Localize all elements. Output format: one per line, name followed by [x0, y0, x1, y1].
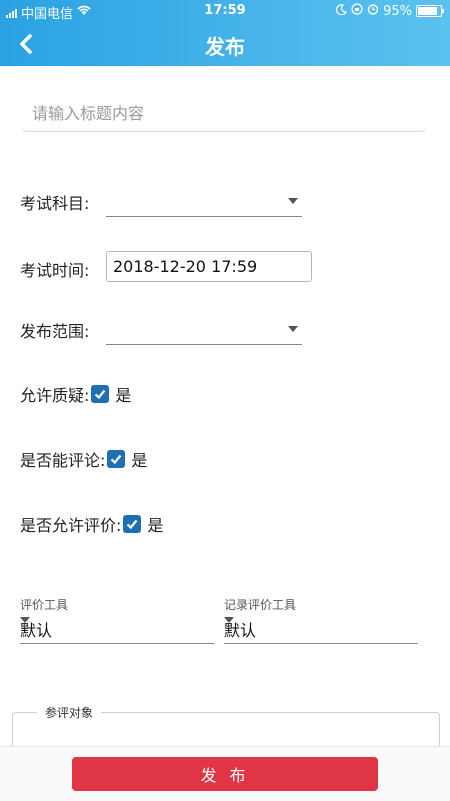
allow-query-option: 是 [115, 386, 132, 405]
nav-bar: 发布 [0, 22, 450, 66]
allow-query-checkbox[interactable] [91, 385, 110, 403]
back-button[interactable] [8, 26, 44, 62]
moon-icon [336, 3, 348, 19]
allow-query-row: 允许质疑: 是 [20, 382, 131, 406]
allow-eval-checkbox[interactable] [123, 515, 142, 533]
caret-down-icon [224, 617, 234, 623]
record-tool-select[interactable]: 默认 [224, 613, 418, 644]
caret-down-icon [288, 326, 298, 332]
allow-query-label: 允许质疑: [20, 386, 90, 405]
battery-icon [416, 5, 444, 17]
title-input[interactable] [22, 96, 426, 132]
record-tool-label: 记录评价工具 [224, 598, 297, 612]
check-icon [95, 389, 106, 400]
scope-label: 发布范围: [20, 322, 90, 341]
can-comment-row: 是否能评论: 是 [20, 447, 147, 471]
status-bar: 中国电信 17:59 95% [0, 0, 450, 22]
check-icon [111, 454, 122, 465]
alarm-icon [367, 3, 379, 19]
battery-percent: 95% [383, 3, 412, 19]
publish-button[interactable]: 发 布 [72, 757, 378, 791]
can-comment-option: 是 [131, 451, 148, 470]
time-input[interactable]: 2018-12-20 17:59 [106, 251, 312, 282]
page-title: 发布 [205, 35, 245, 59]
eval-tool-label: 评价工具 [20, 598, 69, 612]
subject-label: 考试科目: [20, 194, 90, 213]
scope-select[interactable] [106, 316, 302, 345]
allow-eval-option: 是 [147, 516, 164, 535]
rotation-lock-icon [351, 3, 363, 19]
chevron-left-icon [20, 34, 32, 54]
can-comment-checkbox[interactable] [107, 450, 126, 468]
status-right: 95% [336, 3, 444, 19]
subject-select[interactable] [106, 188, 302, 217]
time-label: 考试时间: [20, 261, 90, 280]
eval-tool-select[interactable]: 默认 [20, 613, 214, 644]
app-header: 中国电信 17:59 95% 发布 [0, 0, 450, 66]
allow-eval-row: 是否允许评价: 是 [20, 512, 163, 536]
caret-down-icon [288, 198, 298, 204]
caret-down-icon [20, 617, 30, 623]
allow-eval-label: 是否允许评价: [20, 516, 122, 535]
participants-legend: 参评对象 [37, 704, 102, 721]
check-icon [127, 519, 138, 530]
can-comment-label: 是否能评论: [20, 451, 106, 470]
